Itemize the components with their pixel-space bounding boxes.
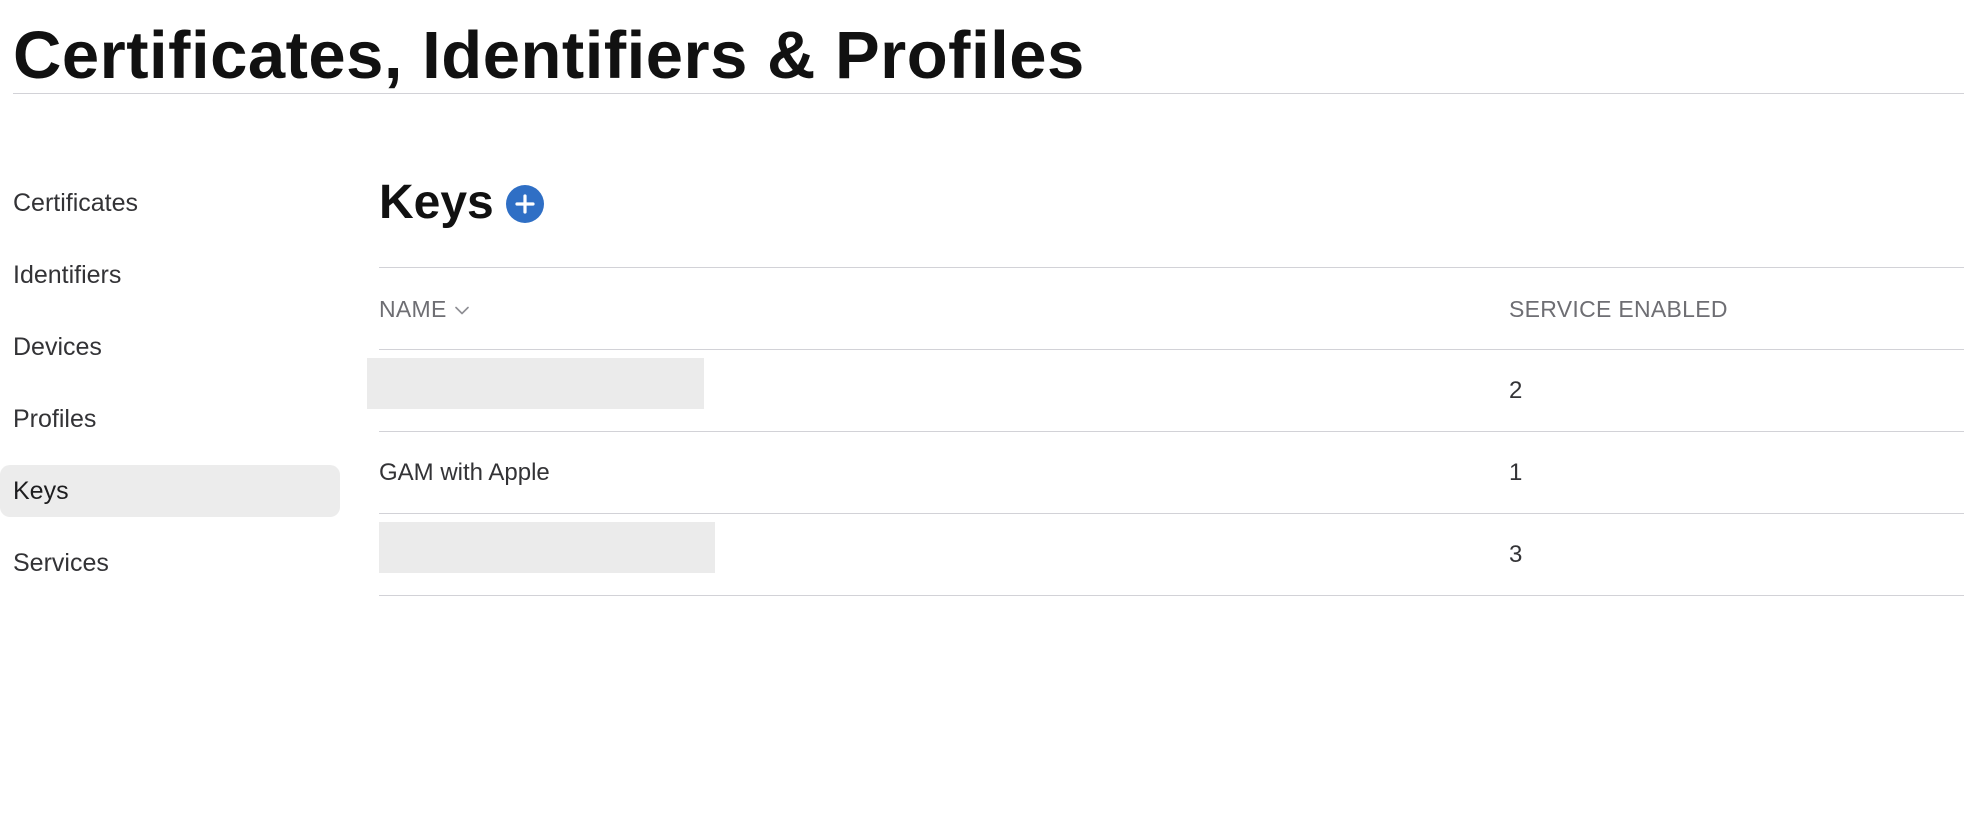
add-key-button[interactable] xyxy=(505,185,544,223)
sidebar: Certificates Identifiers Devices Profile… xyxy=(0,177,340,609)
sidebar-item-label: Profiles xyxy=(13,405,97,433)
sidebar-item-keys[interactable]: Keys xyxy=(0,465,340,517)
sidebar-item-label: Certificates xyxy=(13,189,139,217)
service-enabled-column-header[interactable]: SERVICE ENABLED xyxy=(1509,268,1728,350)
keys-table: NAME SERVICE ENABLED 2 GAM with Apple 1 … xyxy=(367,267,1964,596)
sidebar-item-certificates[interactable]: Certificates xyxy=(0,177,340,229)
table-header-row: NAME SERVICE ENABLED xyxy=(379,268,1964,350)
sidebar-item-label: Services xyxy=(13,549,109,577)
sidebar-item-profiles[interactable]: Profiles xyxy=(0,393,340,445)
section-title: Keys xyxy=(379,176,494,229)
table-row[interactable]: GAM with Apple 1 xyxy=(379,432,1964,514)
sidebar-item-label: Devices xyxy=(13,333,102,361)
name-column-label: NAME xyxy=(379,296,447,322)
redacted-name xyxy=(367,358,704,409)
keys-panel: Keys NAME SERVICE ENABLED 2 GAM with App… xyxy=(367,166,1964,816)
service-enabled-count: 3 xyxy=(1509,541,1523,568)
chevron-down-icon xyxy=(454,306,469,315)
page-title: Certificates, Identifiers & Profiles xyxy=(13,18,1085,93)
page-header: Certificates, Identifiers & Profiles xyxy=(13,0,1964,94)
service-enabled-count: 1 xyxy=(1509,459,1523,486)
plus-circle-icon xyxy=(515,194,535,214)
table-row[interactable]: 3 xyxy=(379,514,1964,596)
table-row[interactable]: 2 xyxy=(367,350,1964,432)
sidebar-item-label: Identifiers xyxy=(13,261,122,289)
sidebar-item-services[interactable]: Services xyxy=(0,537,340,589)
redacted-name xyxy=(379,522,715,573)
sidebar-item-label: Keys xyxy=(13,477,69,505)
name-column-header[interactable]: NAME xyxy=(379,268,469,350)
sidebar-item-devices[interactable]: Devices xyxy=(0,321,340,373)
section-header: Keys xyxy=(379,172,544,234)
sidebar-item-identifiers[interactable]: Identifiers xyxy=(0,249,340,301)
key-name[interactable]: GAM with Apple xyxy=(379,432,550,514)
service-enabled-count: 2 xyxy=(1509,377,1523,404)
